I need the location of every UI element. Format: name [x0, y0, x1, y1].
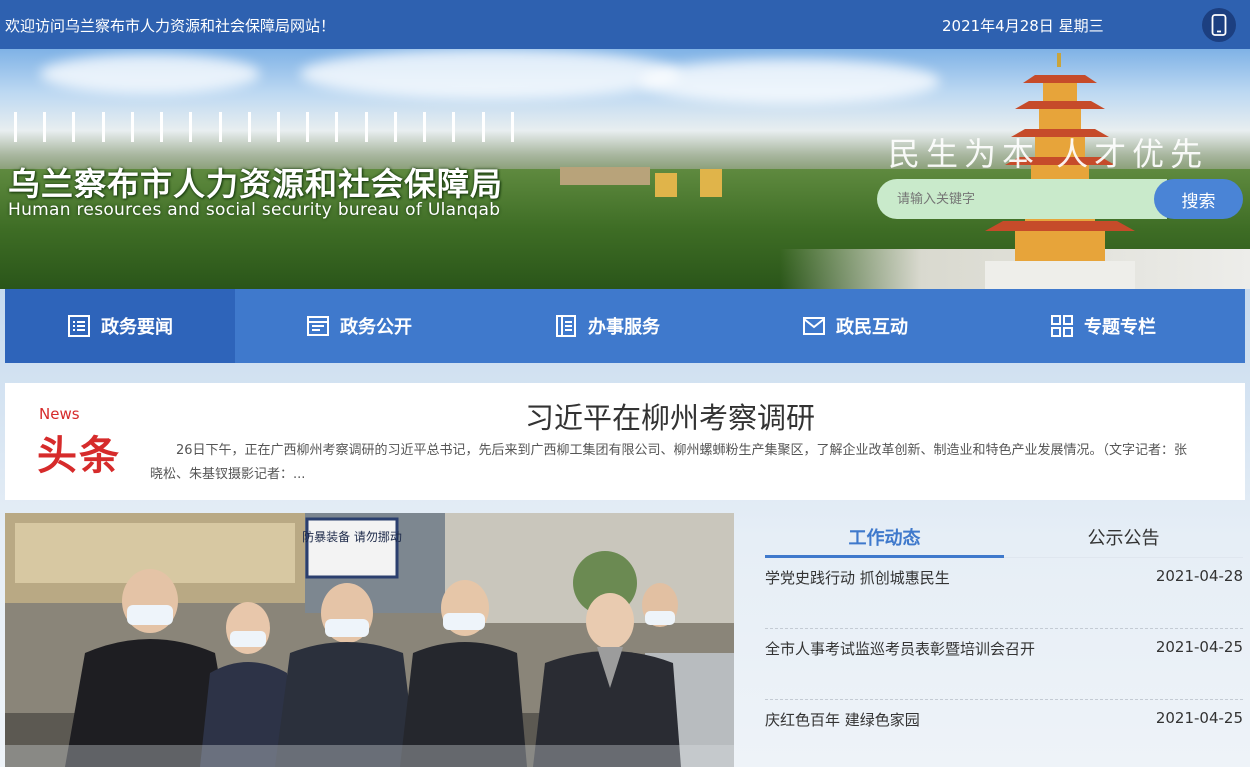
- news-photo[interactable]: 防暴装备 请勿挪动: [5, 513, 734, 767]
- headline-title[interactable]: 习近平在柳州考察调研: [150, 395, 1190, 437]
- cloud: [40, 54, 260, 94]
- grid-icon: [1051, 315, 1073, 337]
- headline-badge-en: News: [39, 405, 80, 423]
- building: [700, 169, 722, 197]
- list-item-title[interactable]: 全市人事考试监巡考员表彰暨培训会召开: [765, 638, 1035, 659]
- news-list: 学党史践行动 抓创城惠民生 2021-04-28 全市人事考试监巡考员表彰暨培训…: [765, 558, 1243, 767]
- list-item[interactable]: 学党史践行动 抓创城惠民生 2021-04-28: [765, 558, 1243, 629]
- headline-block: News 头条 习近平在柳州考察调研 26日下午，正在广西柳州考察调研的习近平总…: [5, 383, 1245, 500]
- main-nav: 政务要闻 政务公开 办事服务 政民互动 专题专栏: [5, 289, 1245, 363]
- nav-item-services[interactable]: 办事服务: [483, 289, 731, 363]
- nav-item-label: 政民互动: [836, 317, 908, 338]
- nav-item-interaction[interactable]: 政民互动: [731, 289, 979, 363]
- nav-item-label: 办事服务: [588, 317, 660, 338]
- date-text: 2021年4月28日 星期三: [942, 17, 1104, 35]
- photo-sign-text: 防暴装备 请勿挪动: [302, 529, 402, 544]
- list-item-date: 2021-04-28: [1155, 567, 1243, 585]
- mobile-phone-glyph: [1211, 14, 1227, 36]
- mail-icon: [803, 317, 825, 335]
- mobile-phone-icon[interactable]: [1202, 8, 1236, 42]
- news-list-icon: [68, 315, 90, 337]
- tab-work-news[interactable]: 工作动态: [765, 524, 1004, 550]
- mongolian-script-title: [14, 112, 524, 142]
- header-banner: 乌兰察布市人力资源和社会保障局 Human resources and soci…: [0, 49, 1250, 289]
- list-item[interactable]: 全市人事考试监巡考员表彰暨培训会召开 2021-04-25: [765, 629, 1243, 700]
- building: [655, 173, 677, 197]
- nav-item-news[interactable]: 政务要闻: [5, 289, 235, 363]
- cloud: [300, 49, 680, 99]
- list-item-title[interactable]: 学党史践行动 抓创城惠民生: [765, 567, 950, 588]
- news-photo-image: 防暴装备 请勿挪动: [5, 513, 734, 767]
- nav-item-label: 政务公开: [340, 317, 412, 338]
- search-input[interactable]: [877, 179, 1167, 219]
- site-subtitle: Human resources and social security bure…: [8, 200, 501, 220]
- nav-item-open-affairs[interactable]: 政务公开: [235, 289, 483, 363]
- nav-item-label: 政务要闻: [101, 317, 173, 338]
- open-doc-icon: [307, 316, 329, 336]
- list-item-title[interactable]: 庆红色百年 建绿色家园: [765, 709, 920, 730]
- search-box: 搜索: [877, 179, 1243, 219]
- search-button[interactable]: 搜索: [1154, 179, 1243, 219]
- headline-badge-cn: 头条: [37, 433, 121, 479]
- nav-item-topics[interactable]: 专题专栏: [979, 289, 1227, 363]
- tab-announcements[interactable]: 公示公告: [1004, 524, 1243, 550]
- site-title: 乌兰察布市人力资源和社会保障局: [8, 165, 504, 203]
- cloud: [640, 59, 940, 104]
- slogan: 民生为本 人才优先: [888, 135, 1209, 173]
- news-tabs: 工作动态 公示公告: [765, 514, 1243, 558]
- list-item-date: 2021-04-25: [1155, 709, 1243, 727]
- welcome-text: 欢迎访问乌兰察布市人力资源和社会保障局网站！: [5, 17, 336, 35]
- headline-summary: 26日下午，正在广西柳州考察调研的习近平总书记，先后来到广西柳工集团有限公司、柳…: [150, 443, 1188, 482]
- nav-item-label: 专题专栏: [1084, 317, 1156, 338]
- top-bar: 欢迎访问乌兰察布市人力资源和社会保障局网站！ 2021年4月28日 星期三: [0, 0, 1250, 49]
- city-skyline: [560, 167, 650, 185]
- service-doc-icon: [556, 315, 576, 337]
- list-item[interactable]: 庆红色百年 建绿色家园 2021-04-25: [765, 700, 1243, 767]
- list-item-date: 2021-04-25: [1155, 638, 1243, 656]
